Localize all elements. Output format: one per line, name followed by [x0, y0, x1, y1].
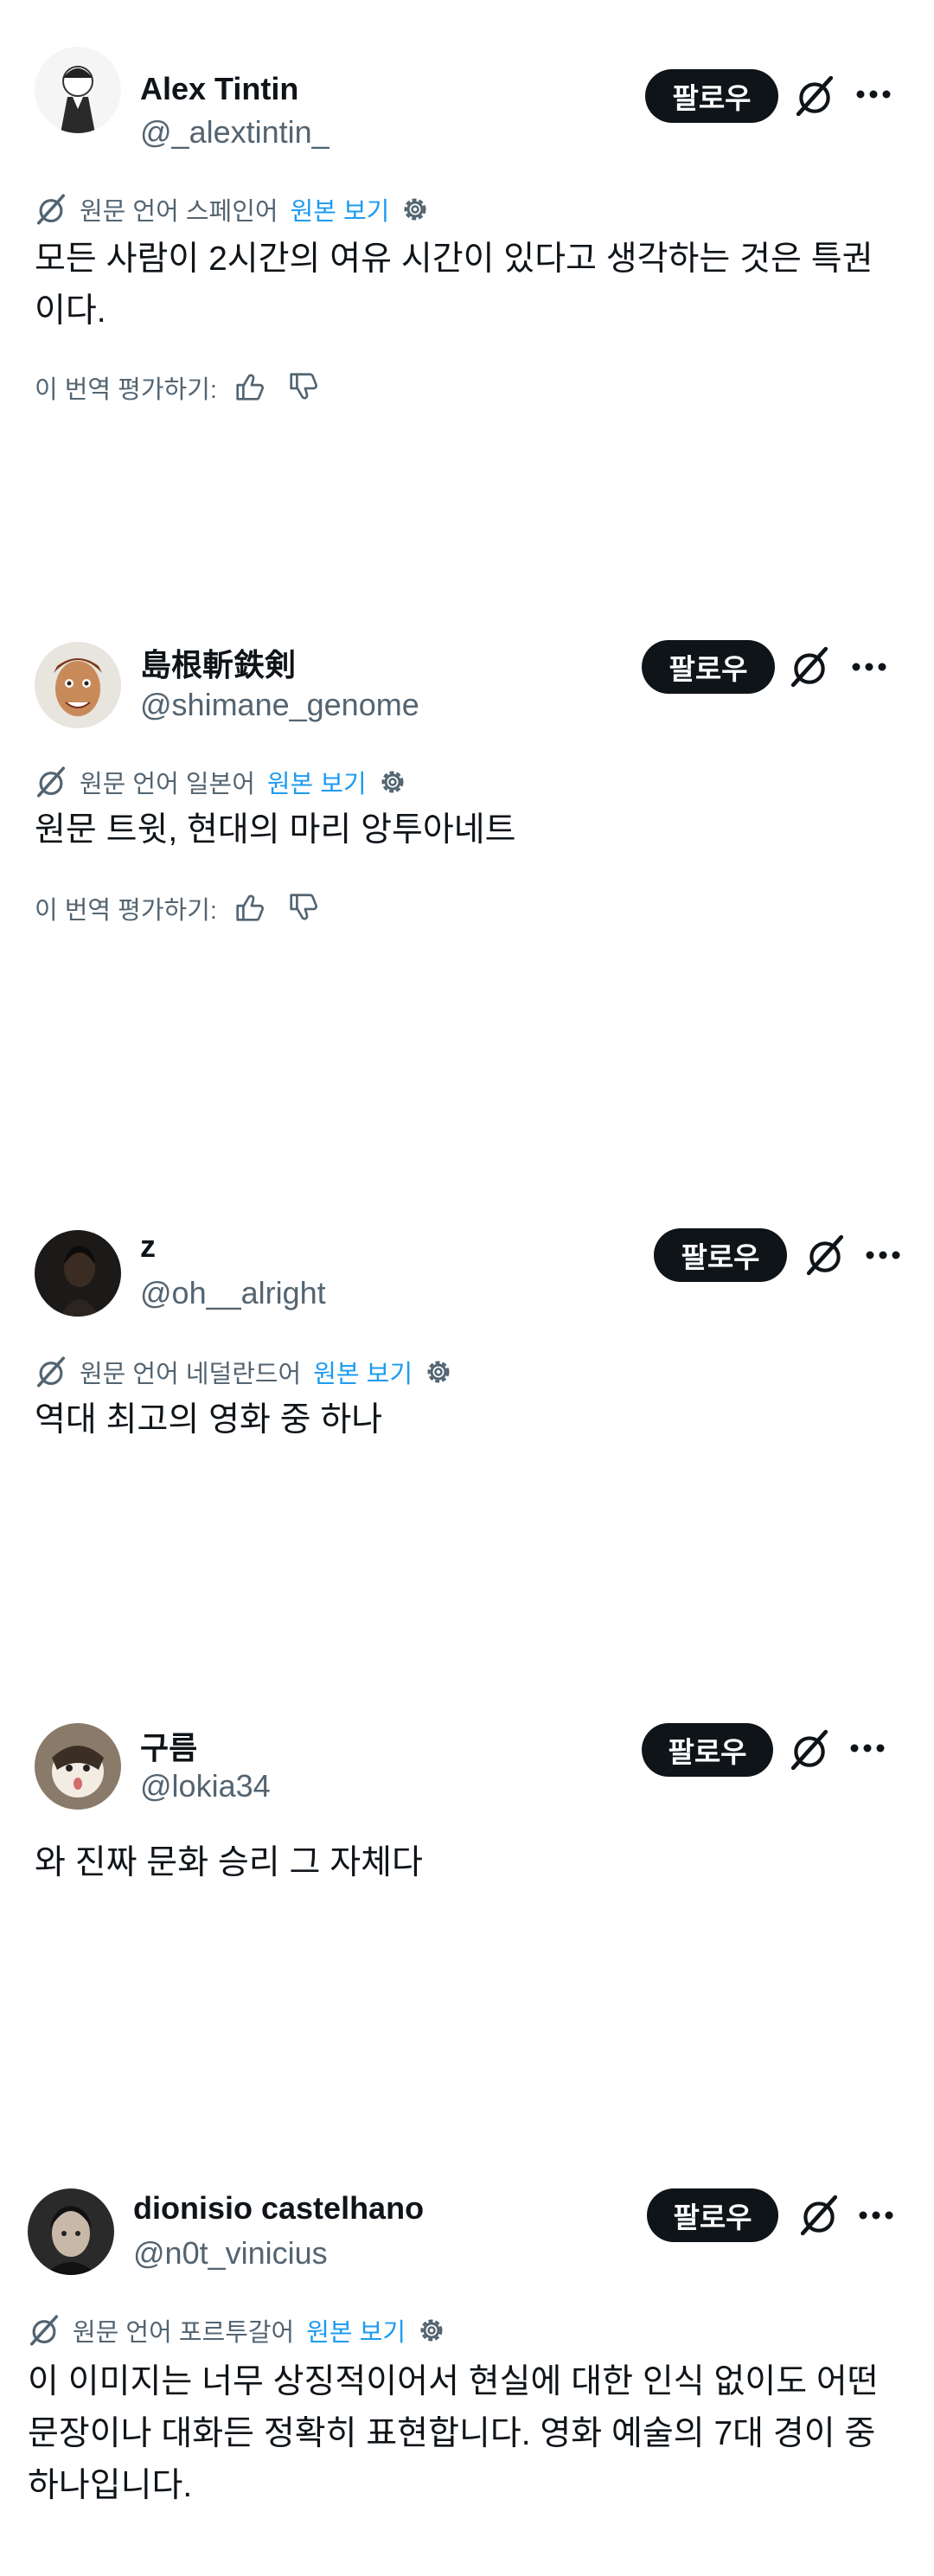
more-icon[interactable] — [846, 1727, 889, 1770]
author-name[interactable]: dionisio castelhano — [133, 2190, 424, 2227]
author-handle[interactable]: @lokia34 — [140, 1768, 271, 1804]
translation-bar: 원문 언어 네덜란드어 원본 보기 — [35, 1353, 454, 1391]
translation-bar: 원문 언어 일본어 원본 보기 — [35, 763, 408, 801]
rate-translation: 이 번역 평가하기: — [35, 367, 321, 408]
thumbs-down-icon[interactable] — [286, 891, 321, 926]
translate-icon — [36, 194, 66, 225]
avatar[interactable] — [35, 1230, 121, 1317]
show-original-link[interactable]: 원본 보기 — [291, 191, 390, 227]
rate-label: 이 번역 평가하기: — [35, 376, 217, 404]
translation-note: 원문 언어 네덜란드어 — [80, 1361, 302, 1388]
translation-note: 원문 언어 포르투갈어 — [73, 2319, 295, 2347]
gear-icon[interactable] — [423, 1356, 454, 1387]
author-handle[interactable]: @n0t_vinicius — [133, 2235, 328, 2272]
tweet-text: 원문 트윗, 현대의 마리 앙투아네트 — [35, 811, 516, 849]
translation-note: 원문 언어 스페인어 — [80, 198, 278, 226]
translate-icon — [36, 766, 66, 798]
more-icon[interactable] — [848, 645, 891, 689]
author-name[interactable]: Alex Tintin — [140, 71, 298, 107]
more-icon[interactable] — [861, 1234, 905, 1277]
show-original-link[interactable]: 원본 보기 — [313, 1354, 413, 1390]
show-original-link[interactable]: 원본 보기 — [267, 764, 367, 800]
tweet-text: 이 이미지는 너무 상징적이어서 현실에 대한 인식 없이도 어떤 문장이나 대… — [28, 2363, 879, 2504]
author-name[interactable]: 구름 — [140, 1723, 197, 1768]
translate-icon — [29, 2315, 59, 2346]
grok-icon[interactable] — [788, 645, 831, 689]
tweet-text: 모든 사람이 2시간의 여유 시간이 있다고 생각하는 것은 특권이다. — [35, 240, 873, 330]
avatar[interactable] — [35, 47, 121, 133]
tweet-text: 와 진짜 문화 승리 그 자체다 — [35, 1844, 423, 1881]
author-name[interactable]: z — [140, 1228, 156, 1265]
grok-icon[interactable] — [803, 1234, 847, 1277]
translation-note: 원문 언어 일본어 — [80, 771, 255, 798]
translate-icon — [36, 1356, 66, 1387]
follow-button[interactable]: 팔로우 — [647, 2188, 778, 2242]
follow-button[interactable]: 팔로우 — [654, 1228, 787, 1282]
rate-translation: 이 번역 평가하기: — [35, 888, 321, 929]
more-icon[interactable] — [854, 2194, 898, 2237]
thumbs-up-icon[interactable] — [233, 370, 267, 405]
follow-button[interactable]: 팔로우 — [642, 1723, 773, 1777]
avatar[interactable] — [35, 1723, 121, 1810]
follow-button[interactable]: 팔로우 — [645, 69, 778, 123]
show-original-link[interactable]: 원본 보기 — [306, 2312, 406, 2349]
avatar[interactable] — [35, 642, 121, 728]
rate-label: 이 번역 평가하기: — [35, 897, 217, 925]
grok-icon[interactable] — [797, 2194, 841, 2237]
author-handle[interactable]: @oh__alright — [140, 1275, 326, 1311]
grok-icon[interactable] — [793, 74, 836, 118]
tweet-text: 역대 최고의 영화 중 하나 — [35, 1401, 383, 1439]
author-handle[interactable]: @_alextintin_ — [140, 114, 329, 151]
translation-bar: 원문 언어 포르투갈어 원본 보기 — [28, 2311, 447, 2349]
thumbs-up-icon[interactable] — [233, 891, 267, 926]
gear-icon[interactable] — [377, 766, 408, 798]
gear-icon[interactable] — [400, 194, 431, 225]
gear-icon[interactable] — [416, 2315, 447, 2346]
avatar[interactable] — [28, 2188, 114, 2275]
thumbs-down-icon[interactable] — [286, 370, 321, 405]
author-name[interactable]: 島根斬鉄剣 — [140, 640, 296, 685]
translation-bar: 원문 언어 스페인어 원본 보기 — [35, 190, 431, 228]
grok-icon[interactable] — [788, 1728, 831, 1772]
follow-button[interactable]: 팔로우 — [642, 640, 775, 694]
author-handle[interactable]: @shimane_genome — [140, 687, 419, 723]
more-icon[interactable] — [852, 73, 895, 116]
